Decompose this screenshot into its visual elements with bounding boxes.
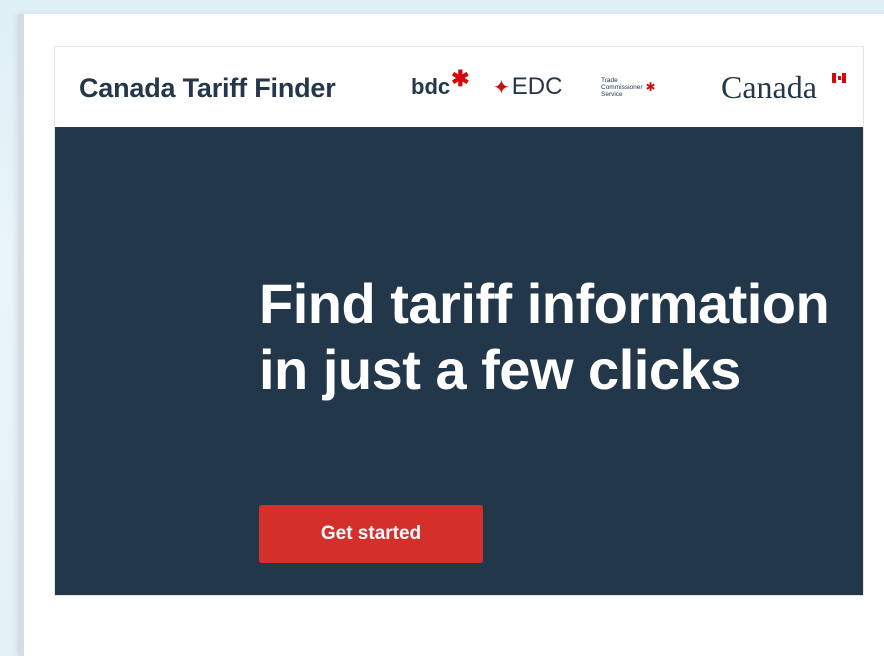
hero-banner: Find tariff information in just a few cl… <box>55 127 863 595</box>
tariff-finder-card: Canada Tariff Finder bdc ✱ ✦ EDC Trade Com… <box>54 46 864 596</box>
tcs-logo-text: Trade Commissioner Service <box>601 77 643 98</box>
site-header: Canada Tariff Finder bdc ✱ ✦ EDC Trade Com… <box>55 47 863 127</box>
tcs-line-3: Service <box>601 90 623 98</box>
maple-leaf-icon: ✱ <box>645 80 656 94</box>
site-title[interactable]: Canada Tariff Finder <box>79 73 336 104</box>
bdc-logo-text: bdc <box>411 74 451 99</box>
hero-title: Find tariff information in just a few cl… <box>259 272 830 401</box>
canada-flag-icon <box>832 73 846 83</box>
tcs-line-2: Commissioner <box>601 83 643 91</box>
canada-wordmark-text: Canada <box>721 68 817 105</box>
get-started-button[interactable]: Get started <box>259 505 483 563</box>
canada-wordmark[interactable]: Canada <box>721 47 817 127</box>
edc-logo[interactable]: ✦ EDC <box>493 47 562 127</box>
bdc-logo[interactable]: bdc ✱ <box>411 47 470 127</box>
maple-leaf-icon: ✦ <box>493 76 510 99</box>
trade-commissioner-service-logo[interactable]: Trade Commissioner Service ✱ <box>601 47 656 127</box>
tcs-line-1: Trade <box>601 76 618 84</box>
edc-logo-text: EDC <box>511 73 563 100</box>
asterisk-star-icon: ✱ <box>451 66 470 91</box>
